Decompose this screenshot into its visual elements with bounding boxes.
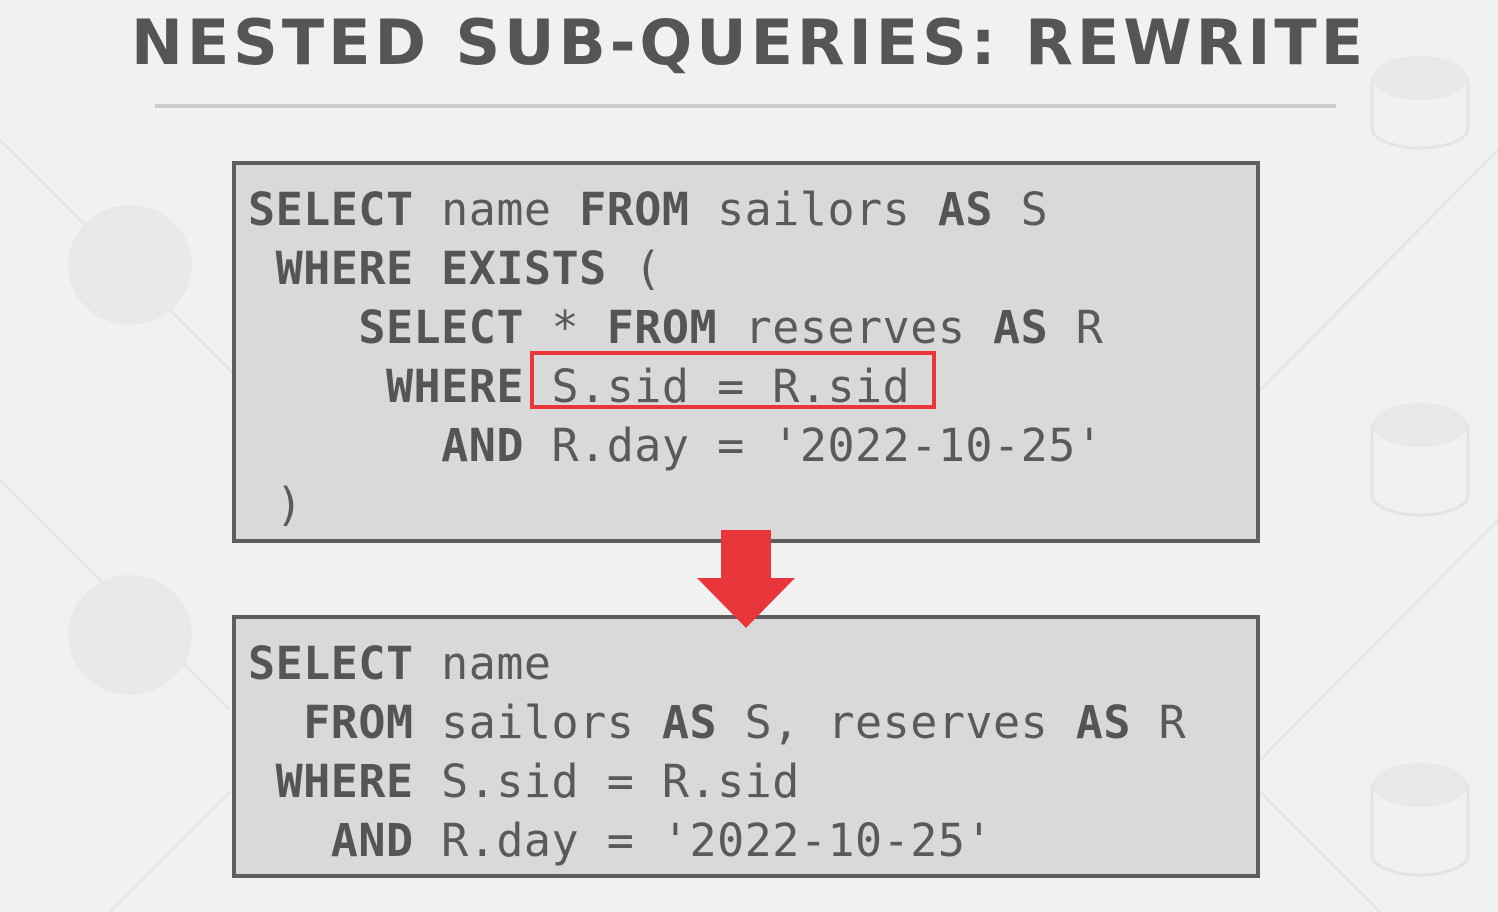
query-line: SELECT name FROM sailors AS S xyxy=(248,183,1048,236)
query-text: reserves xyxy=(717,301,994,354)
keyword: AS xyxy=(1075,696,1131,749)
keyword: AS xyxy=(993,301,1049,354)
keyword: FROM xyxy=(303,696,414,749)
query-text: S.sid = R.sid xyxy=(413,755,800,808)
keyword: AND xyxy=(441,419,524,472)
keyword: SELECT xyxy=(358,301,524,354)
query-text: R.day = '2022-10-25' xyxy=(413,814,994,867)
query-text: * xyxy=(523,301,607,354)
rewritten-query-code: SELECT name FROM sailors AS S, reserves … xyxy=(248,634,1186,870)
query-text: sailors xyxy=(413,696,662,749)
keyword: AND xyxy=(330,814,414,867)
query-text: name xyxy=(413,183,580,236)
keyword: WHERE xyxy=(275,242,414,295)
title-divider xyxy=(155,104,1336,108)
query-line: FROM sailors AS S, reserves AS R xyxy=(248,696,1186,749)
query-text: sailors xyxy=(689,183,938,236)
keyword: WHERE xyxy=(385,360,524,413)
query-text: R xyxy=(1048,301,1104,354)
keyword: FROM xyxy=(606,301,718,354)
correlation-highlight-box xyxy=(530,351,936,409)
query-text: ) xyxy=(275,478,304,531)
query-text: R.day = '2022-10-25' xyxy=(523,419,1104,472)
query-line: WHERE EXISTS ( xyxy=(248,242,662,295)
query-line: WHERE S.sid = R.sid xyxy=(248,755,800,808)
keyword: AS xyxy=(937,183,994,236)
query-text: S xyxy=(993,183,1049,236)
keyword: WHERE xyxy=(275,755,414,808)
keyword: SELECT xyxy=(248,637,414,690)
rewritten-query-box: SELECT name FROM sailors AS S, reserves … xyxy=(232,615,1260,878)
query-line: ) xyxy=(248,478,303,531)
original-query-box: SELECT name FROM sailors AS S WHERE EXIS… xyxy=(232,161,1260,543)
query-text: R xyxy=(1130,696,1187,749)
query-line: SELECT name xyxy=(248,637,552,690)
query-text: ( xyxy=(606,242,662,295)
query-line: SELECT * FROM reserves AS R xyxy=(248,301,1103,354)
keyword: AS xyxy=(661,696,718,749)
slide-title: NESTED SUB-QUERIES: REWRITE xyxy=(130,6,1368,79)
keyword: SELECT xyxy=(248,183,414,236)
query-line: AND R.day = '2022-10-25' xyxy=(248,419,1103,472)
keyword: EXISTS xyxy=(441,242,607,295)
query-line: AND R.day = '2022-10-25' xyxy=(248,814,993,867)
query-text xyxy=(414,242,442,295)
down-arrow-icon xyxy=(697,530,795,628)
keyword: FROM xyxy=(579,183,690,236)
query-text: S, reserves xyxy=(717,696,1076,749)
query-text: name xyxy=(413,637,552,690)
